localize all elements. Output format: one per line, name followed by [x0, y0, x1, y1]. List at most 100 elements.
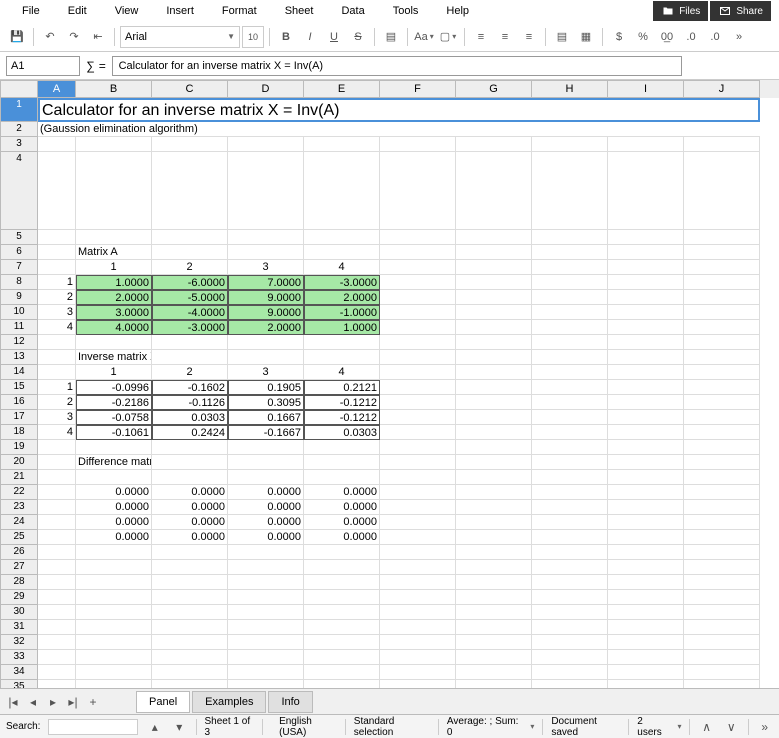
- tab-examples[interactable]: Examples: [192, 691, 266, 713]
- cell[interactable]: [38, 335, 76, 350]
- cell[interactable]: 1: [38, 380, 76, 395]
- italic-icon[interactable]: I: [299, 26, 321, 48]
- cell[interactable]: [380, 350, 456, 365]
- row-header[interactable]: 18: [0, 425, 38, 440]
- row-header[interactable]: 16: [0, 395, 38, 410]
- cell[interactable]: [380, 275, 456, 290]
- cell[interactable]: [608, 620, 684, 635]
- cell[interactable]: [380, 665, 456, 680]
- cell[interactable]: [152, 230, 228, 245]
- cell[interactable]: 2: [152, 365, 228, 380]
- cell[interactable]: [532, 680, 608, 688]
- cell[interactable]: [456, 230, 532, 245]
- cell[interactable]: [684, 560, 760, 575]
- cell[interactable]: [380, 245, 456, 260]
- cell[interactable]: [380, 500, 456, 515]
- cell[interactable]: [228, 545, 304, 560]
- cell[interactable]: [380, 425, 456, 440]
- cell[interactable]: [456, 335, 532, 350]
- cell[interactable]: [380, 305, 456, 320]
- cell[interactable]: -4.0000: [152, 305, 228, 320]
- cell[interactable]: [608, 500, 684, 515]
- cell[interactable]: [532, 575, 608, 590]
- cell[interactable]: 0.0000: [76, 500, 152, 515]
- cell[interactable]: [532, 410, 608, 425]
- cell[interactable]: [608, 365, 684, 380]
- cell[interactable]: [456, 395, 532, 410]
- cell[interactable]: [456, 665, 532, 680]
- row-header[interactable]: 31: [0, 620, 38, 635]
- cell[interactable]: [228, 635, 304, 650]
- cell[interactable]: [228, 590, 304, 605]
- row-header[interactable]: 20: [0, 455, 38, 470]
- cell[interactable]: 0.0000: [304, 485, 380, 500]
- decimal-inc-icon[interactable]: .0: [680, 26, 702, 48]
- col-header[interactable]: I: [608, 80, 684, 98]
- cell[interactable]: 0.0000: [152, 500, 228, 515]
- row-header[interactable]: 3: [0, 137, 38, 152]
- cell-reference[interactable]: A1: [6, 56, 80, 76]
- prev-sheet-icon[interactable]: ◂: [24, 695, 42, 709]
- cell[interactable]: [608, 470, 684, 485]
- cell[interactable]: [608, 485, 684, 500]
- next-sheet-icon[interactable]: ▸: [44, 695, 62, 709]
- cell[interactable]: [76, 335, 152, 350]
- cell[interactable]: [152, 440, 228, 455]
- cell[interactable]: [608, 545, 684, 560]
- cell[interactable]: 1: [76, 365, 152, 380]
- cell[interactable]: [532, 260, 608, 275]
- cell[interactable]: [228, 152, 304, 230]
- cell[interactable]: [380, 365, 456, 380]
- row-header[interactable]: 22: [0, 485, 38, 500]
- cell[interactable]: [152, 665, 228, 680]
- cell[interactable]: [684, 305, 760, 320]
- col-header[interactable]: C: [152, 80, 228, 98]
- first-sheet-icon[interactable]: |◂: [4, 695, 22, 709]
- cell[interactable]: [684, 635, 760, 650]
- search-input[interactable]: [48, 719, 138, 735]
- cell[interactable]: [152, 590, 228, 605]
- select-all-corner[interactable]: [0, 80, 38, 98]
- cell[interactable]: 1: [38, 275, 76, 290]
- cell[interactable]: [76, 665, 152, 680]
- cell[interactable]: [228, 455, 304, 470]
- cell[interactable]: [304, 575, 380, 590]
- cell[interactable]: [608, 320, 684, 335]
- align-center-icon[interactable]: ≡: [494, 26, 516, 48]
- cell[interactable]: [532, 350, 608, 365]
- cell[interactable]: [456, 500, 532, 515]
- cell[interactable]: [608, 515, 684, 530]
- cell[interactable]: [456, 560, 532, 575]
- cell[interactable]: [684, 650, 760, 665]
- cell[interactable]: 4: [38, 320, 76, 335]
- cell[interactable]: [456, 425, 532, 440]
- cell[interactable]: -0.0758: [76, 410, 152, 425]
- cell[interactable]: [456, 545, 532, 560]
- cell[interactable]: 4: [304, 260, 380, 275]
- cell[interactable]: [608, 335, 684, 350]
- cell[interactable]: 3: [228, 365, 304, 380]
- cell[interactable]: [304, 335, 380, 350]
- cell[interactable]: [684, 470, 760, 485]
- col-header[interactable]: B: [76, 80, 152, 98]
- redo-icon[interactable]: ↷: [63, 26, 85, 48]
- cell[interactable]: [608, 530, 684, 545]
- cell[interactable]: [608, 650, 684, 665]
- cell[interactable]: [228, 335, 304, 350]
- cell[interactable]: [152, 455, 228, 470]
- cell[interactable]: [304, 440, 380, 455]
- grid-icon[interactable]: ▦: [575, 26, 597, 48]
- cell[interactable]: [608, 230, 684, 245]
- cell[interactable]: [456, 152, 532, 230]
- cell[interactable]: 0.0000: [152, 530, 228, 545]
- menu-view[interactable]: View: [101, 3, 153, 19]
- row-header[interactable]: 11: [0, 320, 38, 335]
- cell[interactable]: -0.1212: [304, 395, 380, 410]
- cell[interactable]: [684, 455, 760, 470]
- cell[interactable]: [304, 590, 380, 605]
- cell[interactable]: 1.0000: [76, 275, 152, 290]
- cell[interactable]: [38, 152, 76, 230]
- cell[interactable]: [304, 455, 380, 470]
- cell[interactable]: [456, 305, 532, 320]
- cell[interactable]: [152, 560, 228, 575]
